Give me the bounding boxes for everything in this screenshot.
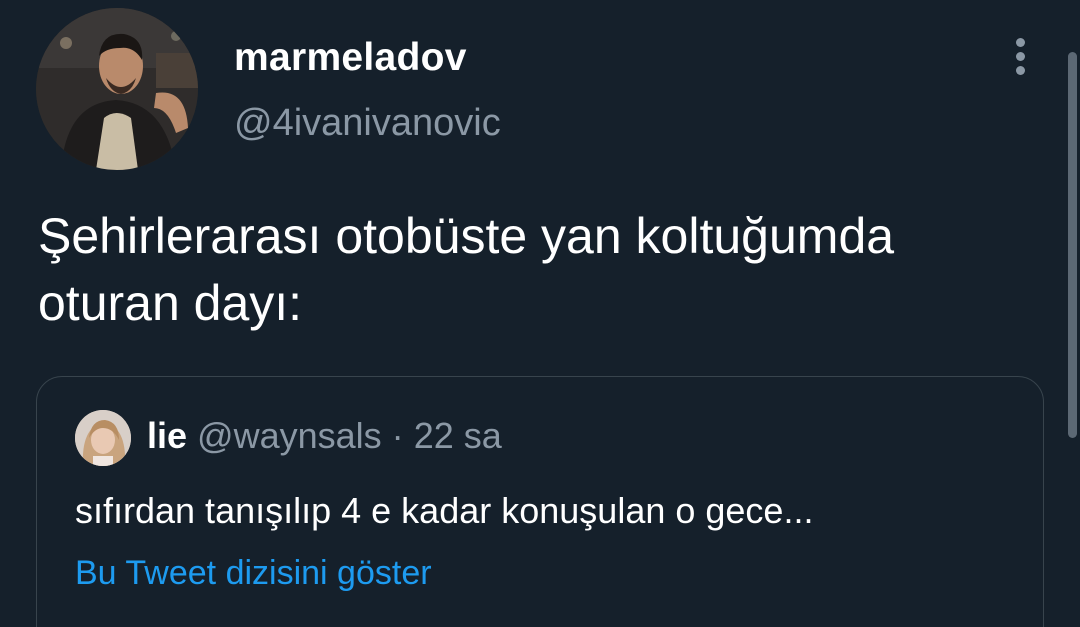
scrollbar[interactable]	[1068, 52, 1077, 438]
quoted-tweet-text: sıfırdan tanışılıp 4 e kadar konuşulan o…	[75, 490, 814, 531]
author-display-name[interactable]: marmeladov	[234, 36, 467, 80]
more-dot	[1015, 52, 1025, 61]
quoted-tweet-card[interactable]: lie @waynsals · 22 sa sıfırdan tanışılıp…	[36, 376, 1044, 627]
quoted-display-name[interactable]: lie	[147, 415, 187, 456]
quoted-timestamp[interactable]: 22 sa	[414, 415, 502, 456]
quoted-author-avatar[interactable]	[75, 410, 131, 466]
more-dot	[1015, 66, 1025, 75]
quoted-handle[interactable]: @waynsals	[197, 415, 382, 456]
quoted-tweet-header: lie @waynsals · 22 sa	[147, 415, 502, 457]
tweet-text: Şehirlerarası otobüste yan koltuğumda ot…	[38, 208, 895, 331]
author-handle[interactable]: @4ivanivanovic	[234, 102, 501, 145]
tweet-screen: marmeladov @4ivanivanovic Şehirlerarası …	[0, 0, 1080, 627]
author-avatar-photo	[36, 8, 198, 170]
author-avatar[interactable]	[36, 8, 198, 170]
quoted-avatar-photo	[75, 410, 131, 466]
header-separator: ·	[391, 415, 404, 456]
more-icon[interactable]	[1004, 34, 1036, 82]
more-dot	[1015, 38, 1025, 47]
show-thread-link[interactable]: Bu Tweet dizisini göster	[75, 554, 432, 593]
